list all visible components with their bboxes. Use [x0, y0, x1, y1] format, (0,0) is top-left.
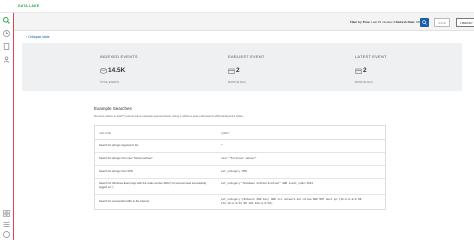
left-sidebar: [0, 0, 14, 240]
stat-value: 2: [236, 67, 240, 75]
save-button[interactable]: SAVE: [434, 18, 450, 27]
time-filter-label: Filter by Time:: [350, 20, 371, 24]
stat-earliest-event: EARLIEST EVENT 2 MONTHS AGO: [228, 54, 265, 84]
stats-panel: INDEXED EVENTS 14.5K TOTAL EVENTS EARLIE…: [22, 43, 462, 91]
stat-value: 14.5K: [108, 67, 126, 75]
table-header: USE CASE QUERY: [95, 126, 385, 140]
stat-indexed-events: INDEXED EVENTS 14.5K TOTAL EVENTS: [100, 54, 138, 84]
use-case-cell: Search for all logs ingested in DL: [99, 144, 139, 147]
filter-bar: Filter by Time: Last 15 minutes ▾ Refres…: [14, 13, 474, 31]
use-case-cell: Search for all logs from user "fortinet.…: [99, 157, 153, 160]
stat-value: 2: [363, 67, 367, 75]
query-cell: evt_category:VPN: [221, 170, 247, 173]
section-title: Example Searches: [94, 106, 132, 111]
active-panel-divider: [13, 13, 14, 240]
help-icon[interactable]: [2, 230, 11, 239]
library-button[interactable]: LIBRARY: [456, 18, 474, 27]
app-title: DATA LAKE: [18, 4, 40, 8]
table-row[interactable]: Search for all logs from VPN evt_categor…: [95, 166, 385, 179]
menu-icon[interactable]: [2, 220, 11, 229]
chevron-left-icon: ‹: [26, 35, 28, 39]
document-icon[interactable]: [2, 42, 11, 51]
table-row[interactable]: Search for successful traffic to the Int…: [95, 195, 385, 209]
top-bar: DATA LAKE: [0, 0, 474, 13]
use-case-cell: Search for all logs from VPN: [99, 170, 133, 173]
refresh-rate-label: Refresh Rate:: [395, 20, 416, 24]
table-row[interactable]: Search for Windows Event logs with the c…: [95, 179, 385, 195]
query-cell: evt_category:"Windows Authentication" AN…: [221, 182, 313, 185]
query-cell: user:"fortinet.sebsec": [221, 157, 257, 160]
section-description: Not sure where to start? Look at some ex…: [94, 114, 244, 118]
column-header-use-case: USE CASE: [99, 132, 112, 135]
use-case-cell: Search for Windows Event logs with the c…: [99, 182, 207, 189]
time-filter[interactable]: Filter by Time: Last 15 minutes ▾ Refres…: [350, 20, 422, 24]
search-icon: [422, 20, 427, 25]
query-cell: evt_category:(Network AND Ids) AND src.n…: [221, 198, 362, 205]
stat-subtitle: TOTAL EVENTS: [100, 81, 120, 84]
stat-subtitle: MONTHS AGO: [355, 81, 373, 84]
collapse-stats-label: Collapse stats: [28, 35, 50, 39]
example-searches: Example Searches Not sure where to start…: [94, 106, 384, 118]
collapse-stats-link[interactable]: ‹ Collapse stats: [26, 35, 49, 39]
query-cell: *: [221, 144, 223, 147]
calendar-icon: [228, 68, 235, 74]
table-row[interactable]: Search for all logs ingested in DL *: [95, 140, 385, 153]
stat-title: INDEXED EVENTS: [100, 54, 138, 59]
examples-table: USE CASE QUERY Search for all logs inges…: [94, 125, 386, 210]
database-icon: [100, 67, 107, 74]
use-case-cell: Search for successful traffic to the Int…: [99, 200, 150, 203]
stat-latest-event: LATEST EVENT 2 MONTHS AGO: [355, 54, 387, 84]
search-icon[interactable]: [2, 16, 11, 25]
grid-icon[interactable]: [2, 209, 11, 218]
search-button[interactable]: [420, 18, 429, 27]
stat-title: LATEST EVENT: [355, 54, 387, 59]
stat-subtitle: MONTHS AGO: [228, 81, 246, 84]
column-header-query: QUERY: [221, 132, 230, 135]
time-filter-value: Last 15 minutes: [371, 20, 393, 24]
calendar-icon: [355, 68, 362, 74]
table-row[interactable]: Search for all logs from user "fortinet.…: [95, 153, 385, 166]
stat-title: EARLIEST EVENT: [228, 54, 265, 59]
user-icon[interactable]: [2, 55, 11, 64]
clock-icon[interactable]: [2, 29, 11, 38]
